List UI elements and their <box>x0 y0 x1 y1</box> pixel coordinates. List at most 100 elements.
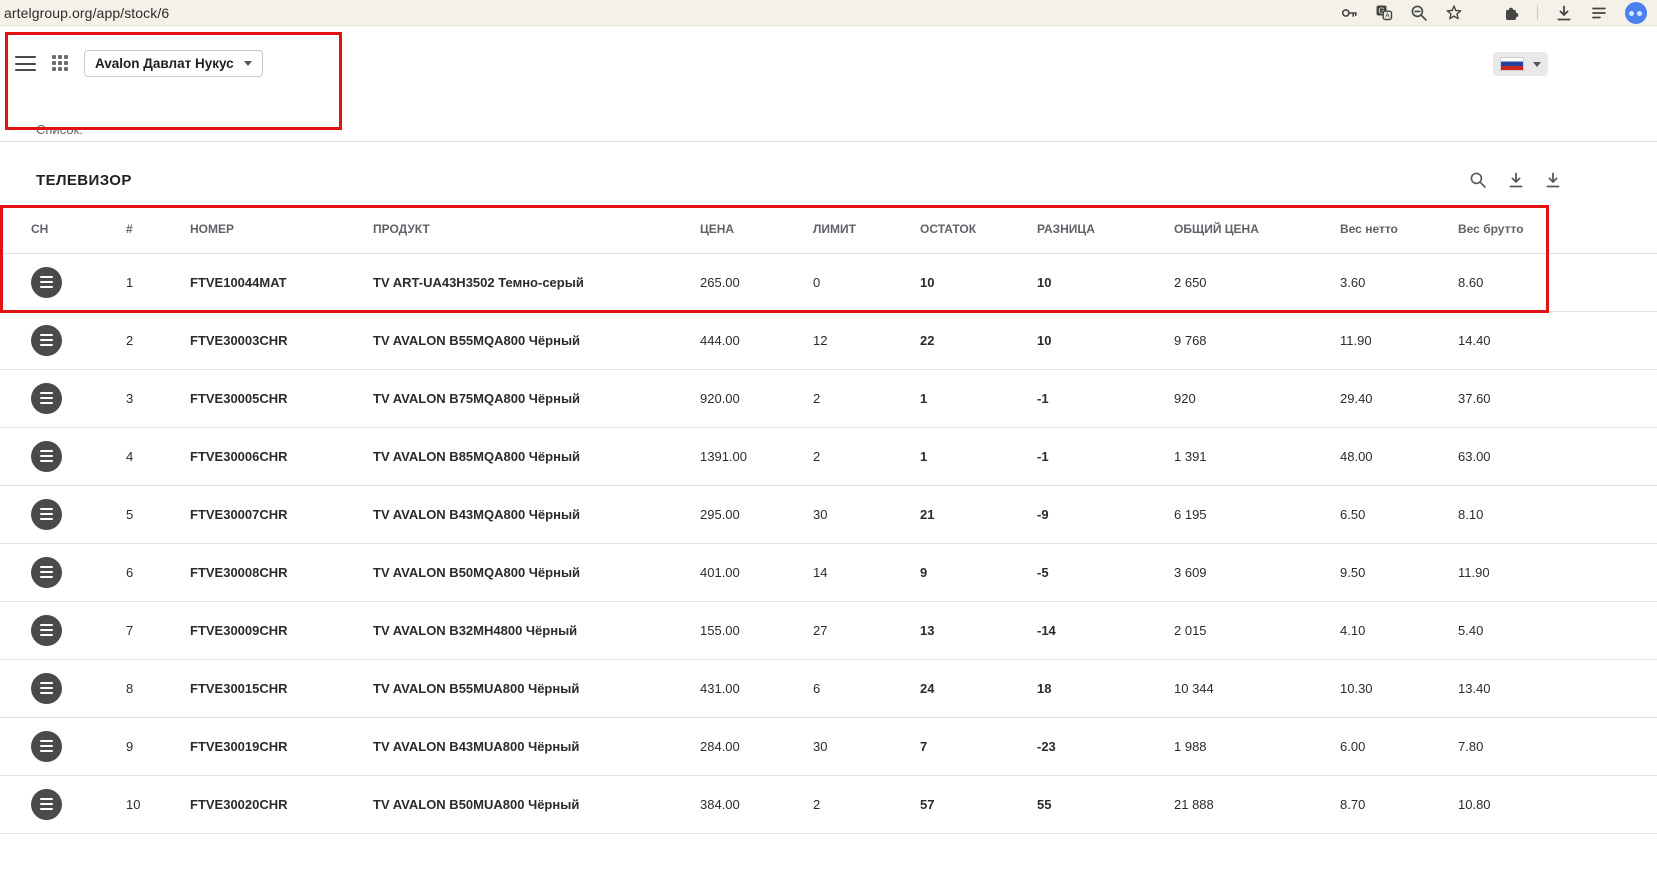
row-menu-icon <box>40 392 53 394</box>
row-menu-icon <box>40 624 53 626</box>
cell-difference: -14 <box>1037 601 1174 660</box>
cell-difference: 55 <box>1037 775 1174 834</box>
cell-net-weight: 6.50 <box>1340 485 1458 544</box>
row-actions-cell <box>0 311 126 370</box>
cell-price: 431.00 <box>700 659 813 718</box>
cell-product: TV AVALON B32MH4800 Чёрный <box>373 601 700 660</box>
cell-index: 3 <box>126 369 190 428</box>
zoom-icon[interactable] <box>1410 4 1428 22</box>
cell-difference: -1 <box>1037 427 1174 486</box>
extensions-icon[interactable] <box>1502 4 1520 22</box>
row-actions-cell <box>0 485 126 544</box>
cell-product: TV AVALON B50MUA800 Чёрный <box>373 775 700 834</box>
column-header-10: Вес нетто <box>1340 205 1458 254</box>
url-text[interactable]: artelgroup.org/app/stock/6 <box>4 5 169 21</box>
cell-index: 10 <box>126 775 190 834</box>
cell-product: TV AVALON B55MUA800 Чёрный <box>373 659 700 718</box>
cell-gross-weight: 7.80 <box>1458 717 1657 776</box>
cell-total-price: 2 015 <box>1174 601 1340 660</box>
row-actions-cell <box>0 427 126 486</box>
cell-net-weight: 10.30 <box>1340 659 1458 718</box>
cell-product: TV AVALON B43MQA800 Чёрный <box>373 485 700 544</box>
row-actions-button[interactable] <box>31 440 62 472</box>
cell-limit: 12 <box>813 311 920 370</box>
cell-remainder: 22 <box>920 311 1037 370</box>
row-menu-icon <box>40 508 53 510</box>
column-header-11: Вес брутто <box>1458 205 1657 254</box>
cell-limit: 2 <box>813 369 920 428</box>
table-row: 8 FTVE30015CHR TV AVALON B55MUA800 Чёрны… <box>0 659 1657 718</box>
search-icon[interactable] <box>1469 171 1487 189</box>
cell-price: 920.00 <box>700 369 813 428</box>
bookmark-star-icon[interactable] <box>1445 4 1463 22</box>
row-actions-button[interactable] <box>31 498 62 530</box>
cell-total-price: 920 <box>1174 369 1340 428</box>
row-actions-cell <box>0 253 126 312</box>
cell-gross-weight: 8.10 <box>1458 485 1657 544</box>
row-actions-button[interactable] <box>31 556 62 588</box>
row-actions-button[interactable] <box>31 730 62 762</box>
cell-product: TV AVALON B75MQA800 Чёрный <box>373 369 700 428</box>
cell-index: 5 <box>126 485 190 544</box>
cell-limit: 6 <box>813 659 920 718</box>
cell-number: FTVE30006CHR <box>190 427 373 486</box>
cell-price: 444.00 <box>700 311 813 370</box>
org-selector-dropdown[interactable]: Avalon Давлат Нукус <box>84 50 263 77</box>
language-selector[interactable] <box>1493 52 1548 76</box>
cell-gross-weight: 10.80 <box>1458 775 1657 834</box>
cell-price: 401.00 <box>700 543 813 602</box>
cell-net-weight: 4.10 <box>1340 601 1458 660</box>
profile-avatar[interactable] <box>1625 1 1647 24</box>
chevron-down-icon <box>1533 61 1541 67</box>
cell-gross-weight: 63.00 <box>1458 427 1657 486</box>
row-actions-button[interactable] <box>31 672 62 704</box>
row-actions-button[interactable] <box>31 382 62 414</box>
cell-limit: 2 <box>813 775 920 834</box>
row-actions-cell <box>0 775 126 834</box>
cell-number: FTVE30008CHR <box>190 543 373 602</box>
cell-remainder: 21 <box>920 485 1037 544</box>
cell-net-weight: 3.60 <box>1340 253 1458 312</box>
row-menu-icon <box>40 334 53 336</box>
list-label: Список: <box>36 122 83 137</box>
translate-icon[interactable]: G A <box>1375 4 1393 22</box>
row-actions-button[interactable] <box>31 266 62 298</box>
cell-gross-weight: 5.40 <box>1458 601 1657 660</box>
row-actions-cell <box>0 543 126 602</box>
table-row: 3 FTVE30005CHR TV AVALON B75MQA800 Чёрны… <box>0 369 1657 428</box>
row-actions-button[interactable] <box>31 324 62 356</box>
row-actions-cell <box>0 369 126 428</box>
cell-remainder: 24 <box>920 659 1037 718</box>
row-actions-button[interactable] <box>31 614 62 646</box>
export-icon[interactable] <box>1544 171 1562 189</box>
row-menu-icon <box>40 276 53 278</box>
cell-limit: 27 <box>813 601 920 660</box>
download-icon[interactable] <box>1507 171 1525 189</box>
column-header-3: НОМЕР <box>190 205 373 254</box>
key-icon[interactable] <box>1340 4 1358 22</box>
cell-number: FTVE10044MAT <box>190 253 373 312</box>
cell-total-price: 1 391 <box>1174 427 1340 486</box>
table-row: 1 FTVE10044MAT TV ART-UA43H3502 Темно-се… <box>0 253 1657 312</box>
annotation-box-header <box>5 32 342 130</box>
stock-table: СН # НОМЕР ПРОДУКТ ЦЕНА ЛИМИТ ОСТАТОК РАЗНИЦА ОБ… <box>0 205 1657 834</box>
column-header-8: РАЗНИЦА <box>1037 205 1174 254</box>
row-actions-cell <box>0 717 126 776</box>
toolbar-divider <box>1537 5 1538 20</box>
menu-icon[interactable] <box>15 56 36 71</box>
svg-text:A: A <box>1385 12 1390 19</box>
cell-price: 284.00 <box>700 717 813 776</box>
table-row: 10 FTVE30020CHR TV AVALON B50MUA800 Чёрн… <box>0 775 1657 834</box>
row-actions-button[interactable] <box>31 788 62 820</box>
cell-price: 265.00 <box>700 253 813 312</box>
cell-total-price: 10 344 <box>1174 659 1340 718</box>
row-menu-icon <box>40 682 53 684</box>
cell-number: FTVE30015CHR <box>190 659 373 718</box>
reading-list-icon[interactable] <box>1590 4 1608 22</box>
cell-difference: -9 <box>1037 485 1174 544</box>
browser-address-bar: artelgroup.org/app/stock/6 G A <box>0 0 1657 26</box>
apps-grid-icon[interactable] <box>52 55 68 71</box>
table-row: 7 FTVE30009CHR TV AVALON B32MH4800 Чёрны… <box>0 601 1657 660</box>
browser-download-icon[interactable] <box>1555 4 1573 22</box>
cell-index: 8 <box>126 659 190 718</box>
